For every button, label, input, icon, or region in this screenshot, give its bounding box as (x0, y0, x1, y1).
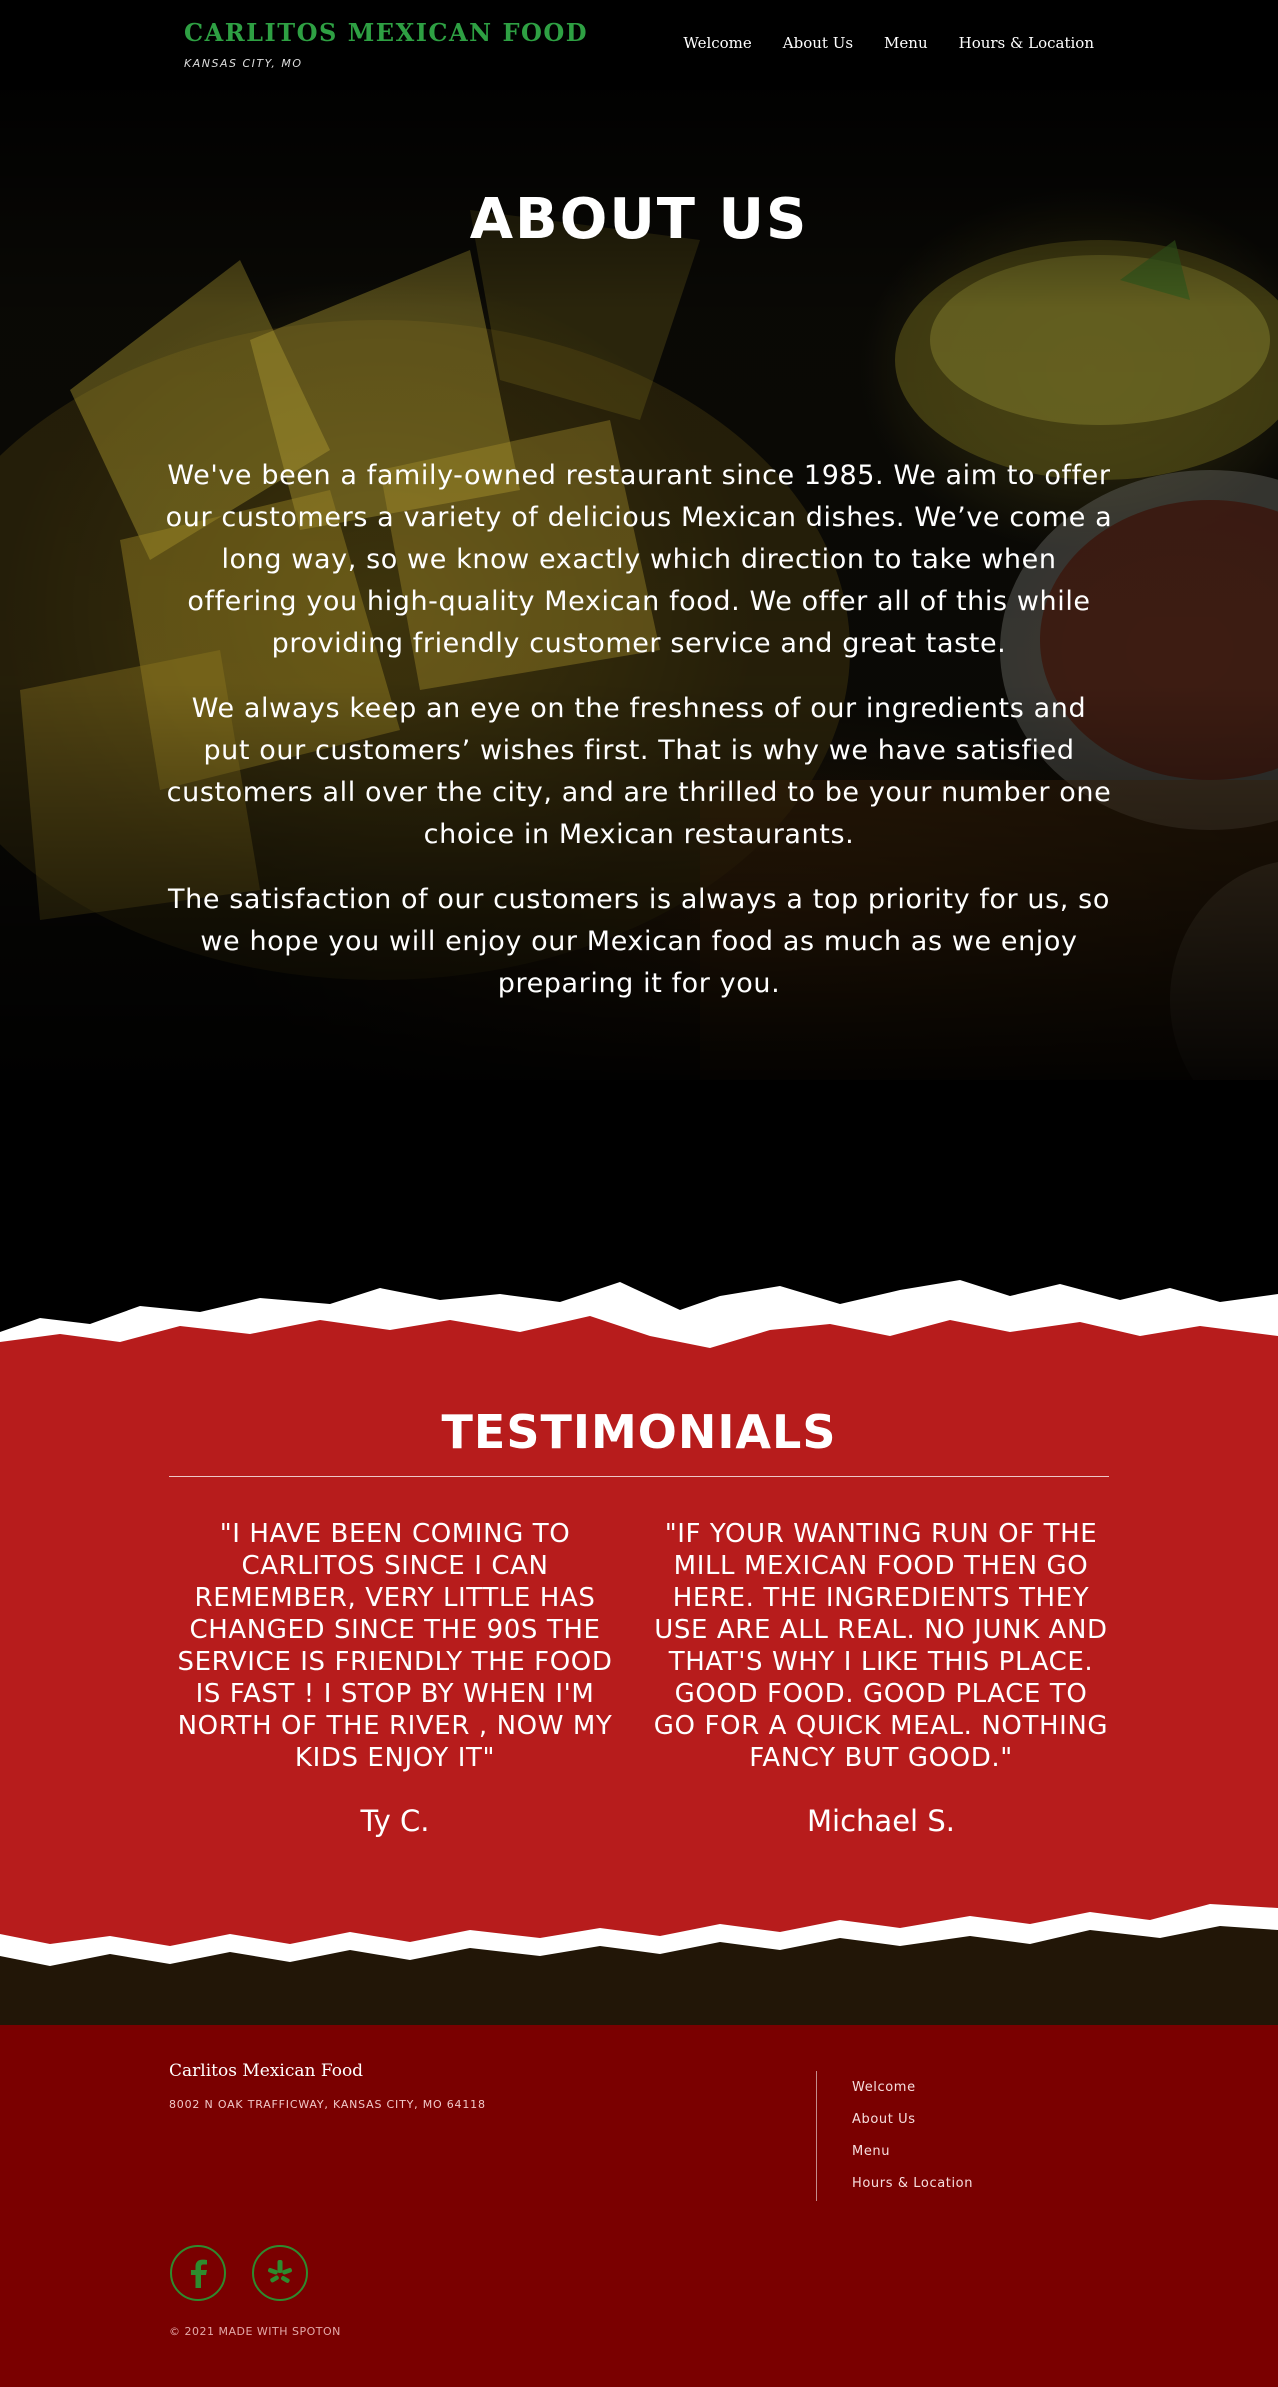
about-paragraph: The satisfaction of our customers is alw… (168, 884, 1110, 999)
footer-address: 8002 N OAK TRAFFICWAY, KANSAS CITY, MO 6… (169, 2098, 486, 2111)
nav-about-us[interactable]: About Us (783, 34, 853, 52)
facebook-link[interactable] (170, 2245, 226, 2301)
testimonial-card: "I HAVE BEEN COMING TO CARLITOS SINCE I … (165, 1518, 625, 1838)
torn-paper-bottom (0, 1880, 1278, 2025)
footer-divider (816, 2071, 817, 2201)
brand-location: KANSAS CITY, MO (184, 57, 303, 70)
footer-link-hours-location[interactable]: Hours & Location (852, 2175, 973, 2192)
testimonial-author: Ty C. (360, 1804, 430, 1838)
site-header: CARLITOS MEXICAN FOOD KANSAS CITY, MO We… (0, 0, 1278, 90)
testimonial-author: Michael S. (807, 1804, 955, 1838)
nav-hours-location[interactable]: Hours & Location (959, 34, 1094, 52)
nav-menu[interactable]: Menu (884, 34, 928, 52)
footer-link-welcome[interactable]: Welcome (852, 2079, 973, 2096)
about-copy: We've been a family-owned restaurant sin… (164, 455, 1114, 1028)
footer-business-name: Carlitos Mexican Food (169, 2061, 364, 2081)
divider (169, 1476, 1109, 1477)
copyright: © 2021 MADE WITH SPOTON (169, 2325, 341, 2338)
testimonial-quote: "IF YOUR WANTING RUN OF THE MILL MEXICAN… (653, 1519, 1109, 1773)
page-title: ABOUT US (469, 187, 809, 252)
testimonials-title: TESTIMONIALS (441, 1405, 837, 1459)
about-paragraph: We always keep an eye on the freshness o… (166, 693, 1112, 850)
brand-name[interactable]: CARLITOS MEXICAN FOOD (184, 18, 588, 47)
yelp-link[interactable] (252, 2245, 308, 2301)
footer-link-menu[interactable]: Menu (852, 2143, 973, 2160)
footer-nav: Welcome About Us Menu Hours & Location (852, 2079, 973, 2192)
main-nav: Welcome About Us Menu Hours & Location (683, 34, 1094, 52)
brand[interactable]: CARLITOS MEXICAN FOOD KANSAS CITY, MO (184, 18, 588, 70)
footer-link-about-us[interactable]: About Us (852, 2111, 973, 2128)
site-footer: Carlitos Mexican Food 8002 N OAK TRAFFIC… (0, 2025, 1278, 2387)
about-hero: ABOUT US We've been a family-owned resta… (0, 90, 1278, 1080)
testimonial-quote: "I HAVE BEEN COMING TO CARLITOS SINCE I … (177, 1519, 613, 1773)
nav-welcome[interactable]: Welcome (683, 34, 751, 52)
facebook-icon (191, 2259, 207, 2288)
about-paragraph: We've been a family-owned restaurant sin… (165, 460, 1113, 659)
testimonial-card: "IF YOUR WANTING RUN OF THE MILL MEXICAN… (651, 1518, 1111, 1838)
yelp-icon (268, 2260, 292, 2283)
